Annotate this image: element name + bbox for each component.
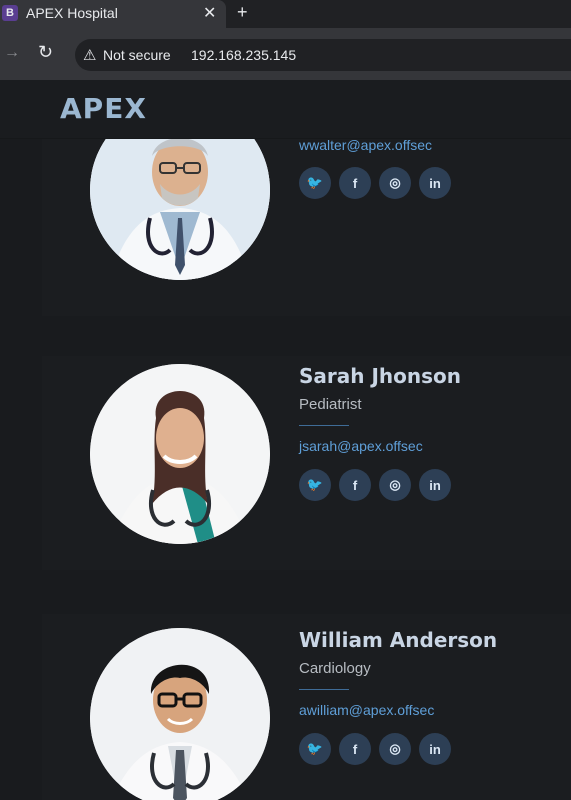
linkedin-icon[interactable]: in — [419, 733, 451, 765]
doctor-email[interactable]: awilliam@apex.offsec — [299, 702, 434, 718]
doctor-card: Chief Medical Officer wwalter@apex.offse… — [0, 138, 571, 300]
bootstrap-icon: B — [2, 5, 18, 21]
tab-strip: B APEX Hospital ✕ + — [0, 0, 571, 28]
url-text[interactable]: 192.168.235.145 — [191, 47, 296, 63]
doctor-card: William Anderson Cardiology awilliam@ape… — [0, 628, 571, 800]
doctor-photo — [90, 628, 270, 800]
facebook-icon[interactable]: f — [339, 733, 371, 765]
divider — [299, 689, 349, 690]
doctor-name: Sarah Jhonson — [299, 364, 462, 388]
site-header: APEX — [0, 80, 571, 138]
divider — [299, 425, 349, 426]
doctor-list: Chief Medical Officer wwalter@apex.offse… — [0, 138, 571, 800]
doctor-email[interactable]: wwalter@apex.offsec — [299, 138, 432, 153]
doctor-photo — [90, 364, 270, 544]
instagram-icon[interactable]: ◎ — [379, 167, 411, 199]
twitter-icon[interactable]: 🐦 — [299, 469, 331, 501]
warning-icon[interactable]: ⚠ — [83, 46, 96, 64]
security-label[interactable]: Not secure — [103, 47, 171, 63]
doctor-role: Pediatrist — [299, 396, 362, 413]
linkedin-icon[interactable]: in — [419, 469, 451, 501]
doctor-name: William Anderson — [299, 628, 498, 652]
site-logo[interactable]: APEX — [60, 92, 147, 125]
address-bar[interactable]: ⚠ Not secure 192.168.235.145 — [75, 39, 571, 71]
doctor-card: Sarah Jhonson Pediatrist jsarah@apex.off… — [0, 364, 571, 564]
twitter-icon[interactable]: 🐦 — [299, 167, 331, 199]
browser-tab[interactable]: B APEX Hospital ✕ — [0, 0, 226, 28]
twitter-icon[interactable]: 🐦 — [299, 733, 331, 765]
doctor-email[interactable]: jsarah@apex.offsec — [299, 438, 423, 454]
plus-icon[interactable]: + — [237, 2, 248, 23]
tab-title: APEX Hospital — [26, 5, 118, 21]
instagram-icon[interactable]: ◎ — [379, 733, 411, 765]
close-icon[interactable]: ✕ — [203, 3, 216, 23]
browser-toolbar: → ↻ ⚠ Not secure 192.168.235.145 — [0, 28, 571, 80]
facebook-icon[interactable]: f — [339, 167, 371, 199]
linkedin-icon[interactable]: in — [419, 167, 451, 199]
doctor-role: Cardiology — [299, 660, 371, 677]
reload-icon[interactable]: ↻ — [38, 42, 53, 63]
doctor-photo — [90, 138, 270, 280]
arrow-right-icon[interactable]: → — [4, 44, 20, 62]
facebook-icon[interactable]: f — [339, 469, 371, 501]
instagram-icon[interactable]: ◎ — [379, 469, 411, 501]
